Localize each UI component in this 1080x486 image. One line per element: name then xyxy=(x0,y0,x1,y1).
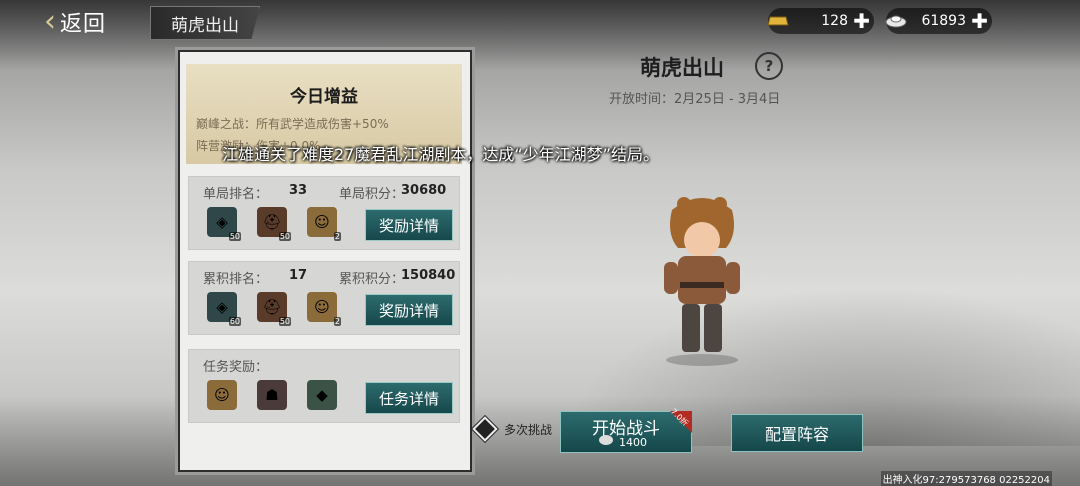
jade-token-icon[interactable]: ◈ 50 xyxy=(207,207,241,241)
hero-portrait-icon[interactable]: ☺ 2 xyxy=(307,292,341,326)
total-rank-section: 累积排名： 17 累积积分： 150840 ◈ 60 ⛑ 50 ☺ 2 奖励详情 xyxy=(188,261,460,335)
task-reward-label: 任务奖励： xyxy=(203,360,269,375)
single-rank-value: 33 xyxy=(289,183,308,198)
back-button[interactable]: ‹ 返回 xyxy=(44,4,134,40)
silver-ingot-icon xyxy=(599,435,613,445)
add-gold-button[interactable]: ✚ xyxy=(853,9,870,33)
dark-figure-icon[interactable]: ◆ xyxy=(307,380,337,410)
total-score-value: 150840 xyxy=(401,268,456,283)
helmet-chest-icon[interactable]: ⛑ 50 xyxy=(257,292,291,326)
total-reward-detail-button[interactable]: 奖励详情 xyxy=(365,294,453,326)
silver-currency: 61893 ✚ xyxy=(885,8,992,34)
buff-line-1: 巅峰之战：所有武学造成伤害+50% xyxy=(196,117,389,131)
start-battle-button[interactable]: 开始战斗 1400 7.0折 xyxy=(560,407,692,453)
chevron-left-icon: ‹ xyxy=(44,4,56,39)
helmet-chest-icon[interactable]: ⛑ 50 xyxy=(257,207,291,241)
total-score-label: 累积积分： xyxy=(339,272,405,287)
multi-challenge-toggle[interactable]: 多次挑战 xyxy=(472,416,553,442)
gold-currency: 128 ✚ xyxy=(767,8,874,34)
reward-panel: 今日增益 巅峰之战：所有武学造成伤害+50% 阵营激励：伤害+0.0% 单局排名… xyxy=(178,50,472,472)
configure-lineup-button[interactable]: 配置阵容 xyxy=(731,414,863,452)
start-battle-cost: 1400 xyxy=(619,436,647,449)
hero-portrait-icon[interactable]: ☺ xyxy=(207,380,237,410)
event-time: 开放时间：2月25日 - 3月4日 xyxy=(609,92,781,107)
watermark: 出神入化97:279573768 02252204 xyxy=(880,471,1052,486)
task-reward-section: 任务奖励： ☺ ☗ ◆ 任务详情 xyxy=(188,349,460,423)
total-rank-label: 累积排名： xyxy=(203,272,269,287)
hero-portrait-icon[interactable]: ☺ 2 xyxy=(307,207,341,241)
add-silver-button[interactable]: ✚ xyxy=(971,9,988,33)
single-rank-section: 单局排名： 33 单局积分： 30680 ◈ 50 ⛑ 50 ☺ 2 奖励详情 xyxy=(188,176,460,250)
broadcast-message: 江雄通关了难度27魔君乱江湖剧本，达成“少年江湖梦”结局。 xyxy=(222,145,659,164)
tiger-hat-boy-character xyxy=(652,190,752,370)
gold-ingot-icon xyxy=(764,7,792,35)
single-score-value: 30680 xyxy=(401,183,447,198)
silver-ingot-icon xyxy=(882,7,910,35)
masked-figure-icon[interactable]: ☗ xyxy=(257,380,287,410)
total-rank-value: 17 xyxy=(289,268,308,283)
help-icon[interactable]: ? xyxy=(755,52,783,80)
single-score-label: 单局积分： xyxy=(339,187,405,202)
task-detail-button[interactable]: 任务详情 xyxy=(365,382,453,414)
tab-event: 萌虎出山 xyxy=(150,6,260,40)
diamond-checkbox-icon xyxy=(472,416,498,442)
single-reward-detail-button[interactable]: 奖励详情 xyxy=(365,209,453,241)
single-rank-label: 单局排名： xyxy=(203,187,269,202)
back-label: 返回 xyxy=(60,12,107,37)
multi-challenge-label: 多次挑战 xyxy=(504,422,553,437)
buff-title: 今日增益 xyxy=(290,87,358,107)
jade-token-icon[interactable]: ◈ 60 xyxy=(207,292,241,326)
event-title: 萌虎出山 xyxy=(640,56,724,80)
